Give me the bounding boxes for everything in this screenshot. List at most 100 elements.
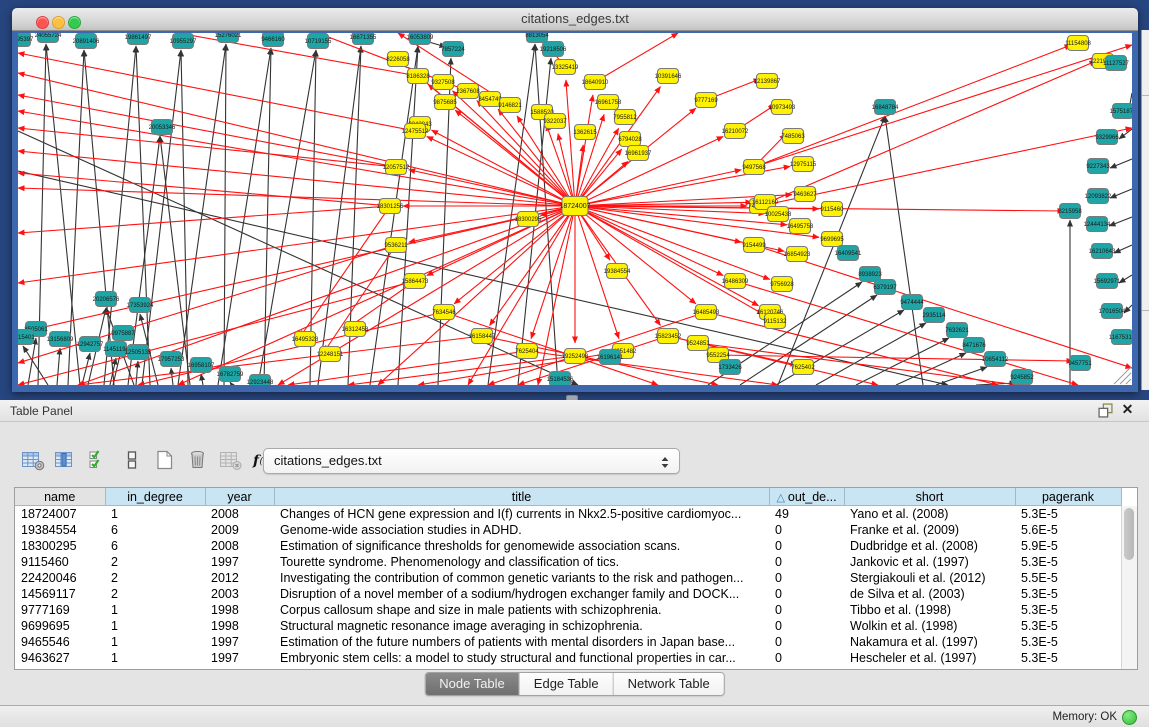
column-header-title[interactable]: title [274, 488, 769, 506]
cell-year[interactable]: 1997 [205, 634, 274, 650]
graph-edge[interactable] [18, 245, 396, 363]
graph-node[interactable]: 1733426 [718, 360, 742, 375]
cell-name[interactable]: 9115460 [15, 554, 105, 570]
graph-node[interactable]: 18724007 [559, 197, 590, 216]
cell-title[interactable]: Investigating the contribution of common… [274, 570, 769, 586]
graph-node[interactable]: 16053809 [407, 33, 434, 45]
citation-network-graph[interactable]: 8226058818632893275082367608987568584547… [18, 33, 1132, 385]
graph-node[interactable]: 16671355 [350, 33, 377, 45]
cell-year[interactable]: 2003 [205, 586, 274, 602]
cell-name[interactable]: 9465546 [15, 634, 105, 650]
cell-pagerank[interactable]: 5.6E-5 [1015, 522, 1121, 538]
cell-pagerank[interactable]: 5.9E-5 [1015, 538, 1121, 554]
graph-node[interactable]: 10973493 [769, 100, 796, 115]
cell-pagerank[interactable]: 5.3E-5 [1015, 650, 1121, 666]
cell-short[interactable]: de Silva et al. (2003) [844, 586, 1015, 602]
graph-edge[interactable] [754, 45, 1132, 167]
graph-node[interactable]: 16495328 [292, 332, 319, 347]
graph-edge[interactable] [885, 116, 923, 385]
graph-node[interactable]: 7625402 [791, 360, 815, 375]
cell-title[interactable]: Genome-wide association studies in ADHD. [274, 522, 769, 538]
graph-node[interactable]: 16486309 [722, 274, 749, 289]
graph-node[interactable]: 12942757 [77, 337, 104, 352]
cell-out_degree[interactable]: 0 [769, 554, 844, 570]
graph-edge[interactable] [1109, 217, 1132, 226]
graph-node[interactable]: 9245852 [1010, 370, 1034, 385]
graph-node[interactable]: 12057512 [383, 160, 410, 175]
graph-node[interactable]: 11154808 [1065, 36, 1091, 51]
graph-edge[interactable] [136, 361, 138, 385]
table-row[interactable]: 1938455462009Genome-wide association stu… [15, 522, 1121, 538]
cell-in_degree[interactable]: 1 [105, 618, 205, 634]
graph-node[interactable]: 12475512 [402, 124, 429, 139]
graph-edge[interactable] [18, 206, 575, 333]
graph-node[interactable]: 20891406 [73, 34, 100, 49]
cell-pagerank[interactable]: 5.5E-5 [1015, 570, 1121, 586]
graph-edge[interactable] [1114, 245, 1132, 253]
graph-node[interactable]: 9756928 [770, 277, 794, 292]
graph-node[interactable]: 16485493 [693, 305, 720, 320]
cell-out_degree[interactable]: 0 [769, 618, 844, 634]
graph-node[interactable]: 8186328 [406, 69, 430, 84]
graph-node[interactable]: 8215958 [1058, 204, 1082, 219]
graph-node[interactable]: 19252498 [562, 349, 589, 364]
graph-edge[interactable] [754, 45, 1071, 167]
cell-in_degree[interactable]: 1 [105, 602, 205, 618]
graph-node[interactable]: 15751874 [1110, 104, 1132, 119]
cell-year[interactable]: 1998 [205, 618, 274, 634]
graph-node[interactable]: 7857224 [441, 42, 465, 57]
column-header-name[interactable]: name [15, 488, 105, 506]
cell-name[interactable]: 9699695 [15, 618, 105, 634]
graph-node[interactable]: 12248151 [317, 347, 344, 362]
graph-node[interactable]: 9327508 [431, 75, 455, 90]
cell-name[interactable]: 19384554 [15, 522, 105, 538]
cell-year[interactable]: 1997 [205, 650, 274, 666]
graph-edge[interactable] [1110, 189, 1132, 198]
vertical-scrollbar[interactable] [1121, 506, 1137, 669]
cell-short[interactable]: Tibbo et al. (1998) [844, 602, 1015, 618]
graph-edge[interactable] [264, 48, 271, 385]
table-row[interactable]: 2242004622012Investigating the contribut… [15, 570, 1121, 586]
table-row[interactable]: 969969511998Structural magnetic resonanc… [15, 618, 1121, 634]
table-row[interactable]: 1872400712008Changes of HCN gene express… [15, 506, 1121, 523]
graph-edge[interactable] [1110, 159, 1132, 168]
graph-node[interactable]: 20053346 [149, 120, 176, 135]
graph-node[interactable]: 11675310 [1109, 330, 1132, 345]
graph-node[interactable]: 9474444 [900, 295, 924, 310]
cell-pagerank[interactable]: 5.3E-5 [1015, 618, 1121, 634]
graph-edge[interactable] [178, 33, 418, 76]
graph-node[interactable]: 9699695 [820, 232, 844, 247]
graph-node[interactable]: 9227343 [1086, 159, 1110, 174]
graph-node[interactable]: 9466160 [261, 33, 285, 47]
graph-node[interactable]: 1362615 [573, 125, 597, 140]
graph-edge[interactable] [370, 46, 418, 385]
cell-year[interactable]: 2009 [205, 522, 274, 538]
cell-out_degree[interactable]: 49 [769, 506, 844, 523]
cell-title[interactable]: Estimation of significance thresholds fo… [274, 538, 769, 554]
graph-node[interactable]: 9777169 [694, 93, 718, 108]
cell-title[interactable]: Corpus callosum shape and size in male p… [274, 602, 769, 618]
graph-edge[interactable] [57, 348, 60, 385]
cell-in_degree[interactable]: 2 [105, 586, 205, 602]
graph-node[interactable]: 9524851 [686, 336, 710, 351]
graph-edge[interactable] [78, 336, 482, 385]
graph-edge[interactable] [431, 130, 575, 206]
tab-network-table[interactable]: Network Table [614, 673, 724, 695]
graph-node[interactable]: 9536211 [385, 238, 409, 253]
cell-out_degree[interactable]: 0 [769, 602, 844, 618]
graph-edge[interactable] [409, 206, 575, 242]
graph-node[interactable]: 7634546 [432, 305, 456, 320]
graph-node[interactable]: 16495758 [787, 219, 814, 234]
graph-node[interactable]: 17353924 [127, 298, 154, 313]
graph-node[interactable]: 6379197 [873, 280, 897, 295]
graph-node[interactable]: 13325419 [552, 60, 579, 75]
graph-node[interactable]: 19384554 [604, 264, 631, 279]
graph-node[interactable]: 16409541 [835, 246, 862, 261]
graph-edge[interactable] [142, 50, 181, 385]
graph-node[interactable]: 15184536 [547, 372, 574, 386]
graph-node[interactable]: 11127527 [1103, 56, 1129, 71]
graph-node[interactable]: 6794028 [618, 132, 642, 147]
graph-node[interactable]: 9457751 [1068, 356, 1092, 371]
cell-year[interactable]: 2008 [205, 538, 274, 554]
tab-edge-table[interactable]: Edge Table [520, 673, 614, 695]
